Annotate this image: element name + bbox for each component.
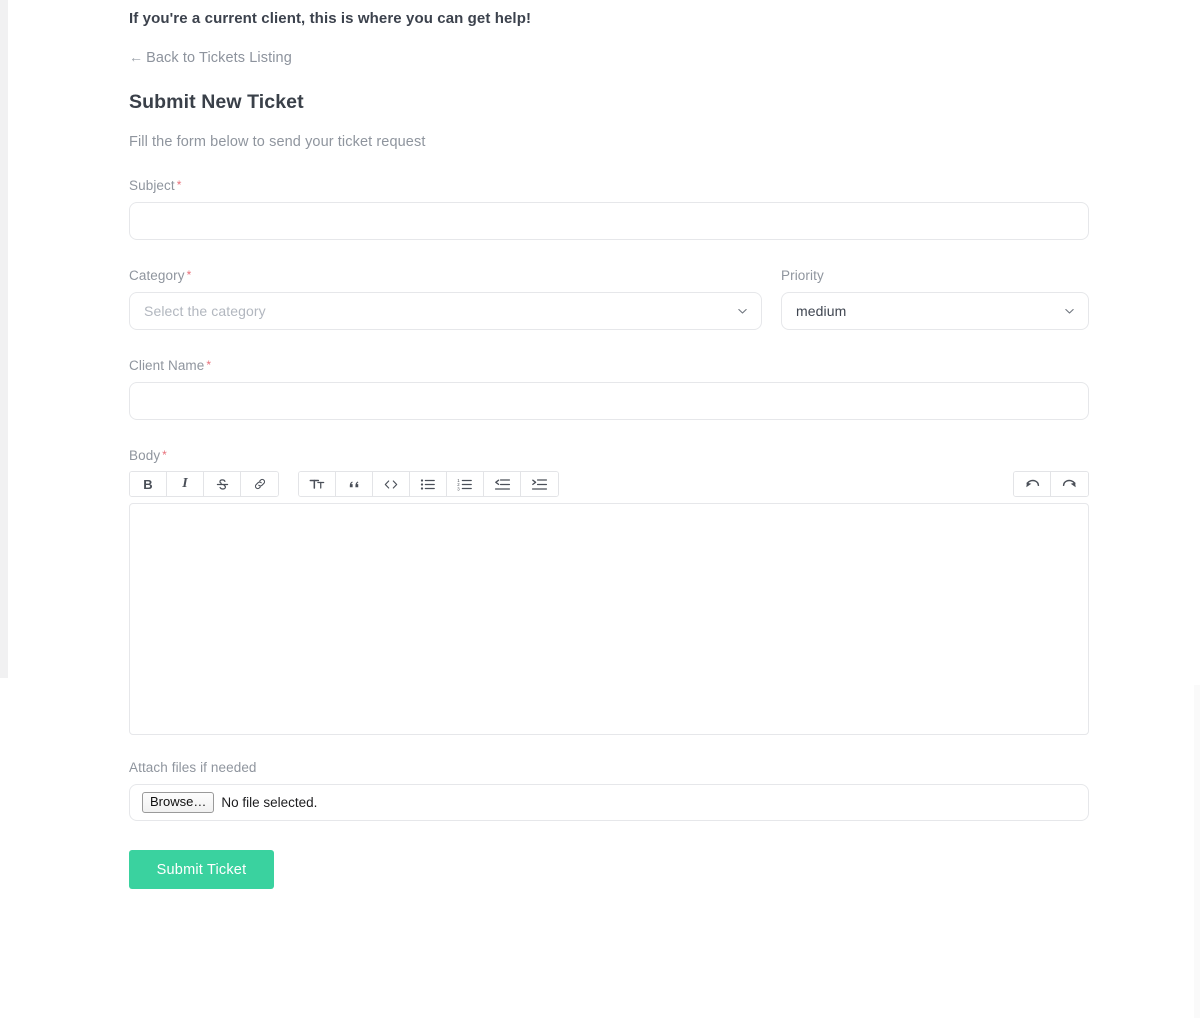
client-name-input[interactable] [129,382,1089,420]
intro-text: If you're a current client, this is wher… [129,10,532,27]
redo-icon [1061,477,1078,491]
editor-toolbar: B I 1 2 3 [129,471,1089,497]
outdent-icon [494,478,511,491]
body-label: Body * [129,448,1089,463]
priority-select[interactable]: medium [781,292,1089,330]
page-title: Submit New Ticket [129,91,304,113]
quote-icon [347,477,362,491]
body-label-text: Body [129,448,161,463]
strikethrough-icon [215,477,230,492]
heading-icon [309,477,325,491]
italic-button[interactable]: I [167,472,204,496]
attachment-label: Attach files if needed [129,760,257,775]
code-button[interactable] [373,472,410,496]
category-label: Category * [129,268,762,283]
client-name-label-text: Client Name [129,358,205,373]
right-edge-strip [1194,685,1200,1018]
file-status-text: No file selected. [221,795,318,810]
field-subject: Subject * [129,178,1089,240]
italic-icon: I [182,476,188,491]
undo-button[interactable] [1014,472,1051,496]
svg-text:3: 3 [457,486,460,491]
code-icon [383,478,399,491]
body-editor[interactable] [129,503,1089,735]
page-subtitle: Fill the form below to send your ticket … [129,134,426,150]
bold-button[interactable]: B [130,472,167,496]
priority-label: Priority [781,268,824,283]
left-edge-strip [0,0,8,678]
undo-icon [1024,477,1041,491]
ordered-list-icon: 1 2 3 [457,478,473,491]
field-client-name: Client Name * [129,358,1089,420]
subject-input[interactable] [129,202,1089,240]
category-label-text: Category [129,268,185,283]
toolbar-group-format: B I [129,471,279,497]
priority-selected-value: medium [796,303,847,319]
indent-button[interactable] [521,472,558,496]
back-to-tickets-link[interactable]: ← Back to Tickets Listing [129,49,292,66]
toolbar-group-history [1013,471,1089,497]
file-input[interactable]: Browse… No file selected. [129,784,1089,821]
left-arrow-icon: ← [129,49,144,65]
bold-icon: B [143,476,153,492]
category-select-wrap: Select the category [129,292,762,330]
blockquote-button[interactable] [336,472,373,496]
subject-label-text: Subject [129,178,175,193]
link-icon [253,477,267,491]
browse-button[interactable]: Browse… [142,791,215,814]
priority-select-wrap: medium [781,292,1089,330]
toolbar-group-block: 1 2 3 [298,471,559,497]
required-asterisk: * [162,448,167,462]
bullet-list-icon [420,478,436,491]
field-priority: Priority medium [781,268,1089,330]
category-selected-value: Select the category [144,303,266,319]
required-asterisk: * [206,358,212,372]
field-attachment: Attach files if needed Browse… No file s… [129,760,1089,821]
redo-button[interactable] [1051,472,1088,496]
bullet-list-button[interactable] [410,472,447,496]
strikethrough-button[interactable] [204,472,241,496]
page-root: If you're a current client, this is wher… [0,0,1200,1018]
client-name-label: Client Name * [129,358,1089,373]
back-link-label: Back to Tickets Listing [146,50,292,66]
ordered-list-button[interactable]: 1 2 3 [447,472,484,496]
indent-icon [531,478,548,491]
outdent-button[interactable] [484,472,521,496]
required-asterisk: * [176,178,182,192]
submit-ticket-button[interactable]: Submit Ticket [129,850,274,889]
field-body: Body * B I 1 2 3 [129,448,1089,735]
required-asterisk: * [186,268,192,282]
subject-label: Subject * [129,178,1089,193]
field-category: Category * Select the category [129,268,762,330]
category-select[interactable]: Select the category [129,292,762,330]
category-priority-row: Category * Select the category Priority m… [129,268,1089,330]
ticket-form-container: If you're a current client, this is wher… [129,0,1089,889]
link-button[interactable] [241,472,278,496]
heading-button[interactable] [299,472,336,496]
